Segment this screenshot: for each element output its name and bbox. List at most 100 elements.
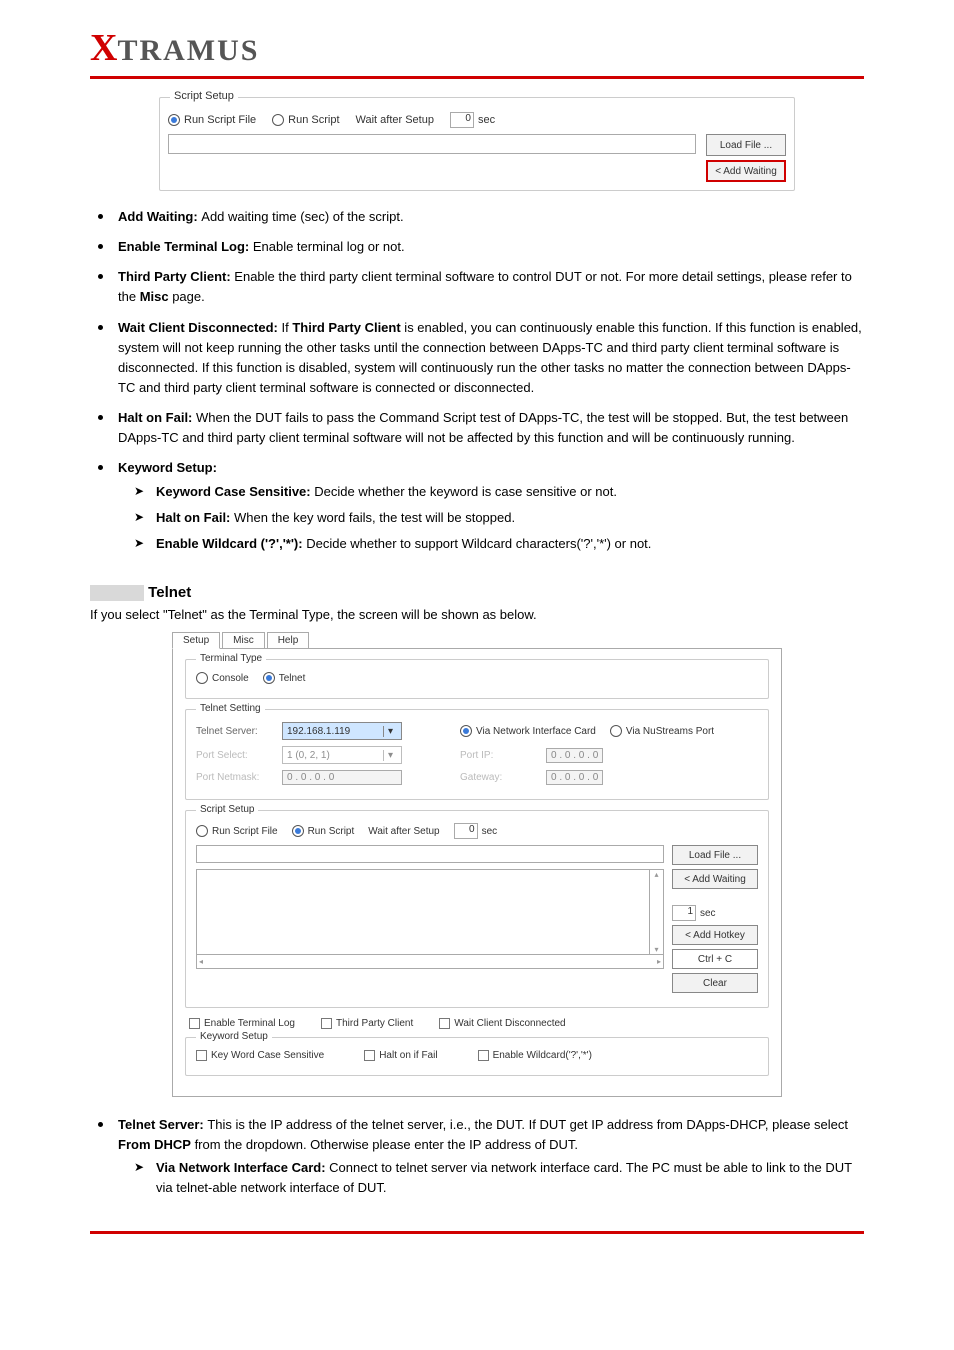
sub-term: Enable Wildcard ('?','*'): [156, 536, 306, 551]
list-item-term: Telnet Server: [118, 1117, 207, 1132]
checkbox-icon [478, 1050, 489, 1061]
checkbox-label: Key Word Case Sensitive [211, 1050, 324, 1061]
list-item-desc: Enable terminal log or not. [253, 239, 405, 254]
script-setup-group: Script Setup Run Script File Run Script … [185, 810, 769, 1008]
sub-term: Via Network Interface Card: [156, 1160, 329, 1175]
load-file-button[interactable]: Load File ... [706, 134, 786, 156]
telnet-server-label: Telnet Server: [196, 726, 268, 737]
txt: from the dropdown. Otherwise please ente… [191, 1137, 578, 1152]
radio-dot-selected-icon [263, 672, 275, 684]
radio-label: Run Script [288, 114, 339, 126]
radio-dot-icon [196, 672, 208, 684]
halt-on-fail-checkbox[interactable]: Halt on if Fail [364, 1050, 437, 1061]
port-netmask-label: Port Netmask: [196, 772, 268, 783]
terminal-type-group: Terminal Type Console Telnet [185, 659, 769, 699]
script-listbox[interactable]: ▴▾ [196, 869, 664, 955]
scroll-left-icon: ◂ [199, 957, 203, 966]
group-legend: Script Setup [170, 90, 238, 102]
vertical-scrollbar[interactable]: ▴▾ [649, 870, 663, 954]
telnet-setup-screenshot: Setup Misc Help Terminal Type Console Te… [172, 632, 782, 1097]
enable-terminal-log-checkbox[interactable]: Enable Terminal Log [189, 1018, 295, 1029]
run-script-radio[interactable]: Run Script [292, 825, 355, 837]
wait-value-group: 0 sec [450, 112, 495, 128]
radio-label: Console [212, 673, 249, 684]
tab-misc[interactable]: Misc [222, 632, 265, 649]
wait-after-setup-label: Wait after Setup [356, 114, 434, 126]
sublist-item: Halt on Fail: When the key word fails, t… [134, 508, 864, 534]
feature-list: Add Waiting: Add waiting time (sec) of t… [90, 207, 864, 570]
list-item-term: Keyword Setup: [118, 460, 217, 475]
scroll-down-icon: ▾ [654, 945, 658, 954]
add-waiting-button[interactable]: < Add Waiting [706, 160, 786, 182]
clear-button[interactable]: Clear [672, 973, 758, 993]
sublist-item: Keyword Case Sensitive: Decide whether t… [134, 482, 864, 508]
add-waiting-button[interactable]: < Add Waiting [672, 869, 758, 889]
checkbox-label: Enable Wildcard('?','*') [493, 1050, 592, 1061]
tab-setup[interactable]: Setup [172, 632, 220, 649]
list-item-misc-ref: Misc [140, 289, 169, 304]
third-party-client-checkbox[interactable]: Third Party Client [321, 1018, 413, 1029]
list-item-term: Enable Terminal Log: [118, 239, 253, 254]
via-nic-radio[interactable]: Via Network Interface Card [460, 725, 596, 737]
run-script-file-radio[interactable]: Run Script File [196, 825, 278, 837]
radio-label: Run Script [308, 826, 355, 837]
run-script-radio[interactable]: Run Script [272, 114, 339, 126]
sec-input[interactable]: 1 [672, 905, 696, 921]
group-legend: Telnet Setting [196, 703, 265, 714]
wait-unit: sec [478, 114, 495, 126]
enable-wildcard-checkbox[interactable]: Enable Wildcard('?','*') [478, 1050, 592, 1061]
add-hotkey-button[interactable]: < Add Hotkey [672, 925, 758, 945]
script-setup-row1: Run Script File Run Script Wait after Se… [168, 112, 786, 128]
port-netmask-input: 0 . 0 . 0 . 0 [282, 770, 402, 785]
script-file-input[interactable] [168, 134, 696, 154]
horizontal-scrollbar[interactable]: ◂▸ [196, 955, 664, 969]
ctrl-c-button[interactable]: Ctrl + C [672, 949, 758, 969]
page-content: Script Setup Run Script File Run Script … [0, 79, 954, 1215]
scroll-up-icon: ▴ [654, 870, 658, 879]
wait-client-disconnected-checkbox[interactable]: Wait Client Disconnected [439, 1018, 565, 1029]
section-title-text: Telnet [148, 584, 191, 601]
list-item: Telnet Server: This is the IP address of… [96, 1115, 864, 1215]
list-item: Third Party Client: Enable the third par… [96, 267, 864, 317]
tab-help[interactable]: Help [267, 632, 310, 649]
wait-input[interactable]: 0 [450, 112, 474, 128]
keyword-setup-group: Keyword Setup Key Word Case Sensitive Ha… [185, 1037, 769, 1076]
txt-b: From DHCP [118, 1137, 191, 1152]
via-nustreams-radio[interactable]: Via NuStreams Port [610, 725, 714, 737]
telnet-radio[interactable]: Telnet [263, 672, 306, 684]
chevron-down-icon: ▾ [383, 726, 397, 737]
port-select-select: 1 (0, 2, 1)▾ [282, 746, 402, 764]
sublist-item: Enable Wildcard ('?','*'): Decide whethe… [134, 534, 864, 560]
radio-dot-icon [610, 725, 622, 737]
sub-desc: When the key word fails, the test will b… [234, 510, 515, 525]
after-sublist: Via Network Interface Card: Connect to t… [118, 1158, 864, 1204]
wait-input[interactable]: 0 [454, 823, 478, 839]
chevron-down-icon: ▾ [383, 750, 397, 761]
footer-rule [90, 1231, 864, 1234]
radio-label: Via NuStreams Port [626, 726, 714, 737]
checkbox-icon [364, 1050, 375, 1061]
checkbox-label: Enable Terminal Log [204, 1018, 295, 1029]
checkbox-label: Third Party Client [336, 1018, 413, 1029]
checkbox-icon [439, 1018, 450, 1029]
script-side-buttons: Load File ... < Add Waiting [706, 134, 786, 182]
keyword-case-sensitive-checkbox[interactable]: Key Word Case Sensitive [196, 1050, 324, 1061]
brand-rest: TRAMUS [117, 34, 259, 67]
select-value: 192.168.1.119 [287, 726, 350, 737]
setup-panel: Terminal Type Console Telnet Telnet Sett… [172, 648, 782, 1097]
telnet-server-select[interactable]: 192.168.1.119 ▾ [282, 722, 402, 740]
script-side-column: Load File ... < Add Waiting 1sec < Add H… [672, 845, 758, 993]
run-script-file-radio[interactable]: Run Script File [168, 114, 256, 126]
script-file-input[interactable] [196, 845, 664, 863]
load-file-button[interactable]: Load File ... [672, 845, 758, 865]
console-radio[interactable]: Console [196, 672, 249, 684]
brand-logo: XTRAMUS [0, 0, 954, 76]
group-legend: Terminal Type [196, 653, 266, 664]
sublist-item: Via Network Interface Card: Connect to t… [134, 1158, 864, 1204]
list-item-desc: When the DUT fails to pass the Command S… [118, 410, 848, 445]
port-select-label: Port Select: [196, 750, 268, 761]
radio-dot-selected-icon [292, 825, 304, 837]
list-item-desc: Add waiting time (sec) of the script. [201, 209, 403, 224]
sec-group: 1sec [672, 905, 758, 921]
after-list: Telnet Server: This is the IP address of… [90, 1115, 864, 1215]
